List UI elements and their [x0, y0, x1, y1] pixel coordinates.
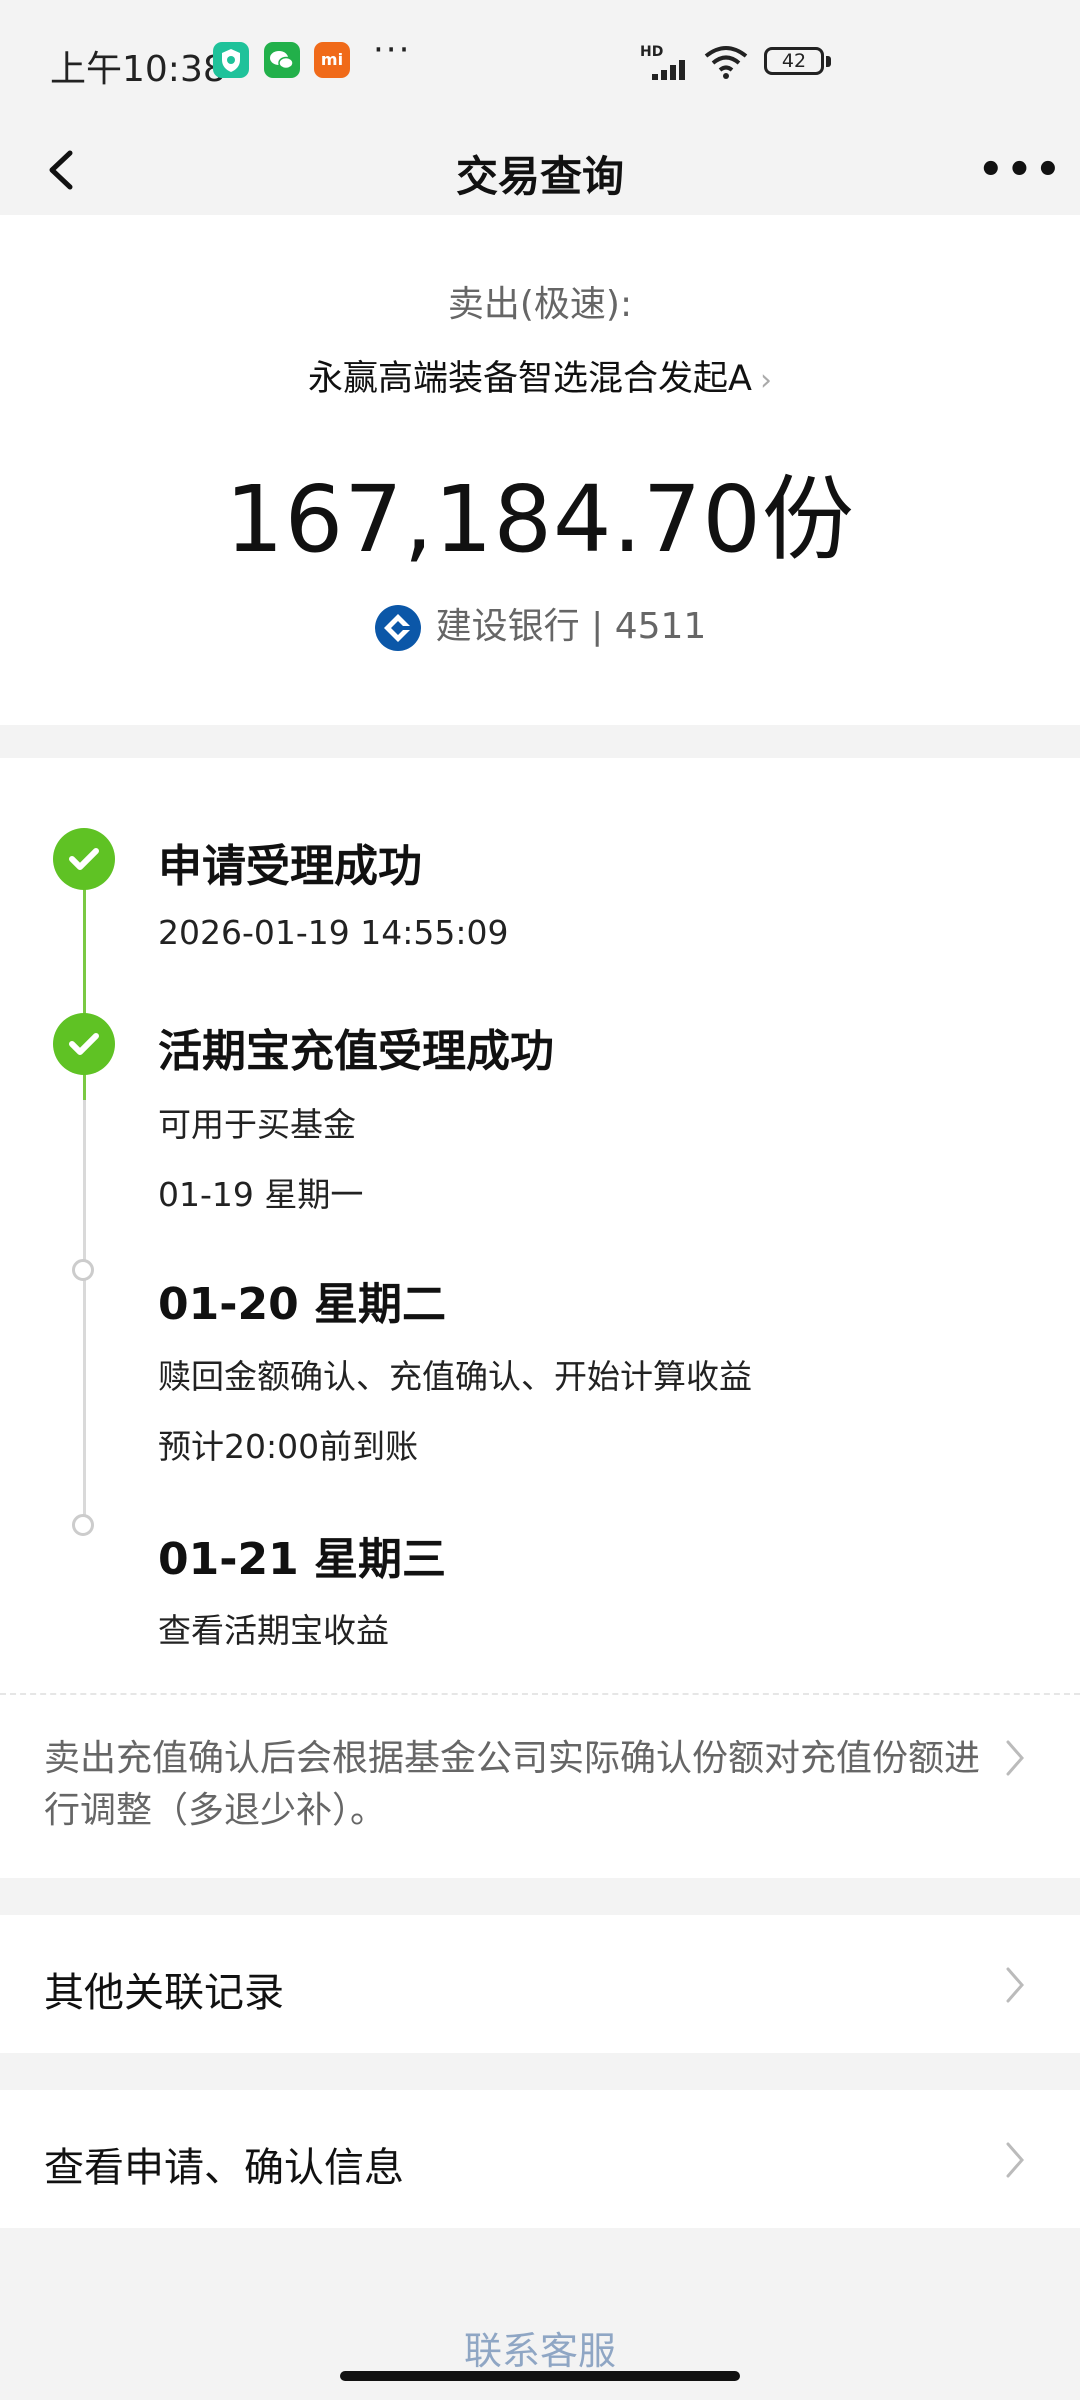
timeline-step-title: 01-21 星期三 [158, 1534, 447, 1585]
signal-icon [652, 60, 685, 80]
ccb-bank-logo-icon [374, 605, 421, 651]
battery-tip [826, 56, 831, 67]
confirm-info-label: 查看申请、确认信息 [44, 2145, 404, 2191]
progress-timeline: 申请受理成功 2026-01-19 14:55:09 活期宝充值受理成功 可用于… [0, 758, 1080, 1878]
chevron-right-icon [1006, 1967, 1024, 2003]
related-records-label: 其他关联记录 [44, 1970, 284, 2016]
bank-name: 建设银行 | 4511 [435, 606, 707, 647]
status-bar: 上午10:38 mi ··· HD 42 [0, 0, 1080, 125]
related-records-row[interactable]: 其他关联记录 [0, 1915, 1080, 2053]
fund-name-link[interactable]: 永赢高端装备智选混合发起A › [0, 350, 1080, 401]
hd-label: HD [640, 44, 664, 60]
timeline-step-title: 01-20 星期二 [158, 1279, 447, 1330]
timeline-line-pending [83, 1270, 86, 1525]
contact-support-link[interactable]: 联系客服 [0, 2320, 1080, 2375]
timeline-step-title: 申请受理成功 [158, 841, 422, 892]
chevron-right-icon [1006, 1740, 1024, 1776]
shield-app-icon [213, 42, 249, 78]
adjustment-note-link[interactable]: 卖出充值确认后会根据基金公司实际确认份额对充值份额进行调整（多退少补）。 [44, 1733, 994, 1837]
mi-icon: mi [314, 42, 350, 78]
timeline-step-detail: 赎回金额确认、充值确认、开始计算收益 [158, 1357, 752, 1396]
confirm-info-row[interactable]: 查看申请、确认信息 [0, 2090, 1080, 2228]
timeline-step-detail: 可用于买基金 [158, 1105, 356, 1144]
check-circle-icon [53, 1013, 115, 1075]
status-more-dots: ··· [373, 30, 412, 70]
wechat-icon [264, 42, 300, 78]
timeline-step-detail: 预计20:00前到账 [158, 1427, 419, 1466]
pending-dot-icon [72, 1514, 94, 1536]
timeline-step-date: 01-19 星期一 [158, 1175, 364, 1214]
more-options-button[interactable]: ••• [978, 147, 1064, 193]
transaction-type: 卖出(极速): [447, 284, 633, 325]
battery-icon: 42 [764, 47, 824, 75]
shares-amount: 167,184.70份 [225, 466, 855, 573]
transaction-summary: 卖出(极速): 永赢高端装备智选混合发起A › 167,184.70份 建设银行 … [0, 215, 1080, 725]
fund-name: 永赢高端装备智选混合发起A [308, 359, 752, 399]
page-title: 交易查询 [455, 152, 624, 201]
divider [0, 1693, 1080, 1695]
pending-dot-icon [72, 1259, 94, 1281]
home-indicator[interactable] [340, 2371, 740, 2381]
chevron-right-icon [1006, 2142, 1024, 2178]
status-time: 上午10:38 [50, 49, 226, 90]
nav-bar: 交易查询 ••• [0, 125, 1080, 215]
timeline-line-pending [83, 1100, 86, 1270]
timeline-step-time: 2026-01-19 14:55:09 [158, 913, 509, 952]
wifi-icon [704, 46, 748, 79]
check-circle-icon [53, 828, 115, 890]
timeline-step-title: 活期宝充值受理成功 [158, 1026, 554, 1077]
bank-account: 建设银行 | 4511 [0, 597, 1080, 652]
timeline-step-detail: 查看活期宝收益 [158, 1611, 389, 1650]
chevron-right-icon: › [759, 363, 772, 398]
